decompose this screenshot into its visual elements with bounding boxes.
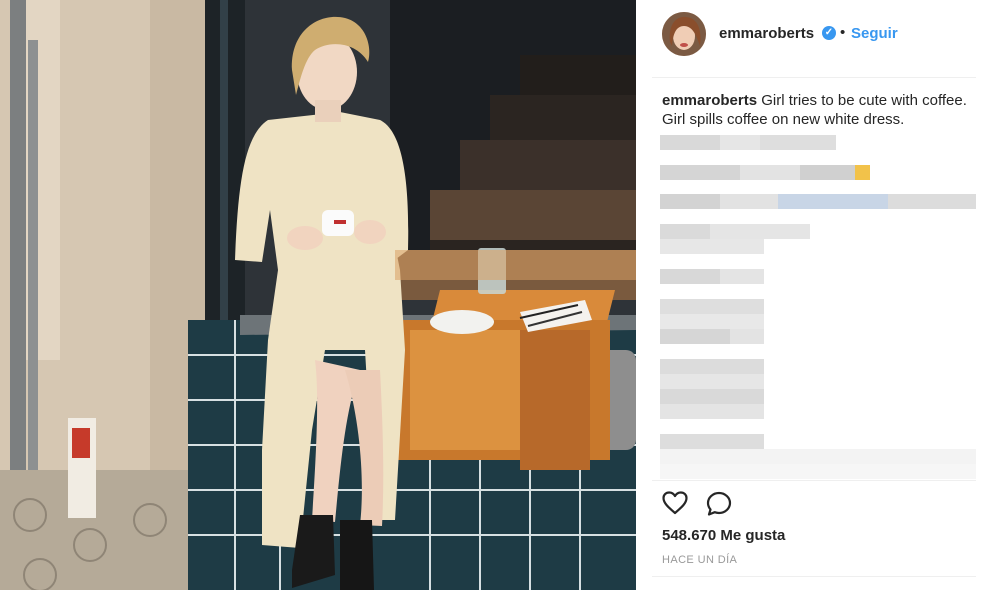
blurred-line [660,299,764,314]
likes-count[interactable]: 548.670 Me gusta [662,527,785,544]
blurred-line [660,165,870,180]
blurred-line [660,269,764,284]
blurred-line [660,239,764,254]
follow-button[interactable]: Seguir [851,25,898,42]
post-caption: emmaroberts Girl tries to be cute with c… [662,91,982,129]
comment-bubble-icon[interactable] [706,491,732,522]
blurred-line [660,449,976,464]
blurred-comments [660,132,980,482]
heart-icon[interactable] [662,491,688,520]
blurred-line [660,404,764,419]
blurred-line [660,359,764,374]
comments-divider [652,480,976,481]
blurred-line [660,434,764,449]
separator-dot: • [840,24,846,41]
footer-divider [652,576,976,577]
post-header: emmaroberts ✓ • Seguir [636,0,1000,78]
blurred-line [660,389,764,404]
blurred-line [660,314,764,329]
verified-badge-icon: ✓ [822,26,836,40]
blurred-line [660,135,836,150]
blurred-line [660,194,976,209]
avatar[interactable] [662,12,706,56]
blurred-line [660,374,764,389]
blurred-line [660,329,764,344]
post-photo[interactable] [0,0,636,590]
blurred-line [660,464,976,479]
post-timestamp[interactable]: HACE UN DÍA [662,554,737,566]
blurred-line [660,224,810,239]
author-username[interactable]: emmaroberts [719,25,814,42]
post-side-panel: emmaroberts ✓ • Seguir emmaroberts Girl … [636,0,1000,590]
caption-username[interactable]: emmaroberts [662,92,757,109]
header-divider [652,77,976,78]
